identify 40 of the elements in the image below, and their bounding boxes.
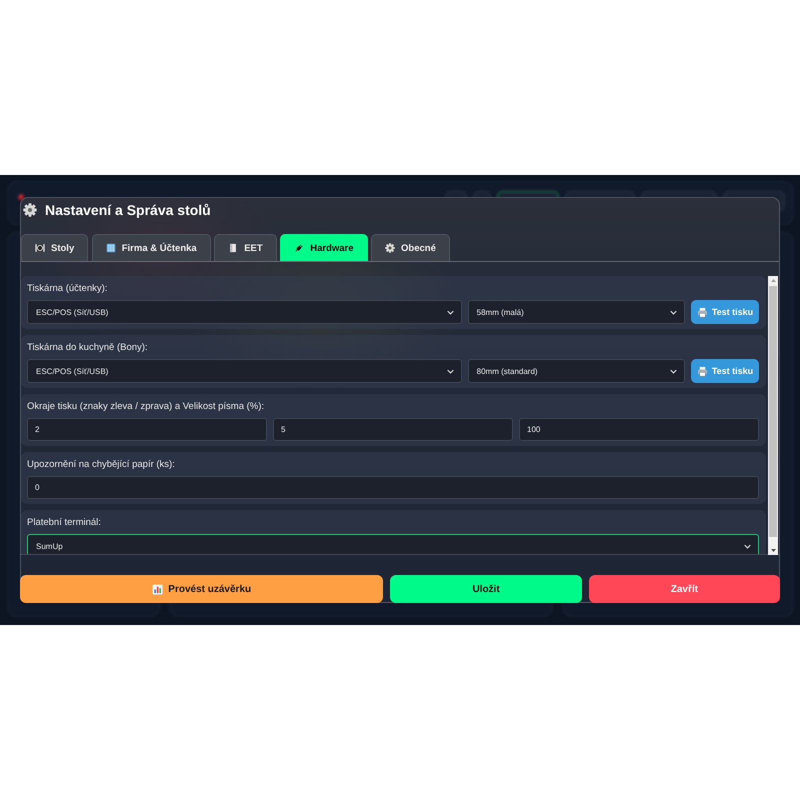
tab[interactable]: Firma & Účtenka xyxy=(92,234,211,261)
tab[interactable]: Stoly xyxy=(21,234,88,261)
input-field[interactable]: 100 xyxy=(519,418,759,441)
field-label: Tiskárna do kuchyně (Bony): xyxy=(27,342,149,354)
field-label: Platební terminál: xyxy=(27,517,102,529)
field-label: Upozornění na chybějící papír (ks): xyxy=(27,459,176,471)
dropdown[interactable]: ESC/POS (Síť/USB) xyxy=(27,300,462,324)
tab[interactable]: EET xyxy=(214,234,277,261)
receipt-icon xyxy=(228,243,238,253)
printer-icon xyxy=(696,306,708,318)
dropdown[interactable]: 80mm (standard) xyxy=(468,359,685,383)
input-field[interactable]: 2 xyxy=(27,418,267,441)
chevron-down-icon xyxy=(670,368,677,374)
bar-chart-icon xyxy=(152,584,164,594)
gear-icon xyxy=(385,243,396,253)
plate-cutlery-icon xyxy=(35,243,45,253)
save-button[interactable]: Uložit xyxy=(390,575,582,603)
scrollbar[interactable] xyxy=(768,276,778,555)
chevron-down-icon xyxy=(744,544,751,548)
tab[interactable]: Hardware xyxy=(280,234,368,261)
chevron-down-icon xyxy=(670,310,677,314)
building-icon xyxy=(106,243,116,253)
field-label: Tiskárna (účtenky): xyxy=(27,283,108,295)
gear-icon xyxy=(23,203,37,217)
chevron-down-icon xyxy=(446,310,454,314)
close-day-button[interactable]: Provést uzávěrku xyxy=(20,575,384,603)
printer-icon xyxy=(696,366,708,376)
plug-icon xyxy=(294,243,304,253)
field-label: Okraje tisku (znaky zleva / zprava) a Velikost písma (%): xyxy=(27,401,266,413)
scroll-up-icon[interactable] xyxy=(770,279,776,282)
scroll-down-icon[interactable] xyxy=(770,549,776,552)
tab[interactable]: Obecné xyxy=(371,234,450,261)
dropdown[interactable]: ESC/POS (Síť/USB) xyxy=(27,359,462,383)
chevron-down-icon xyxy=(446,368,454,374)
dropdown[interactable]: SumUp xyxy=(27,534,759,554)
dialog-title: Nastavení a Správa stolů xyxy=(45,202,211,218)
scrollbar-thumb[interactable] xyxy=(769,286,777,537)
dropdown[interactable]: 58mm (malá) xyxy=(468,300,685,324)
input-field[interactable]: 5 xyxy=(273,418,513,441)
input-field[interactable]: 0 xyxy=(27,476,759,499)
